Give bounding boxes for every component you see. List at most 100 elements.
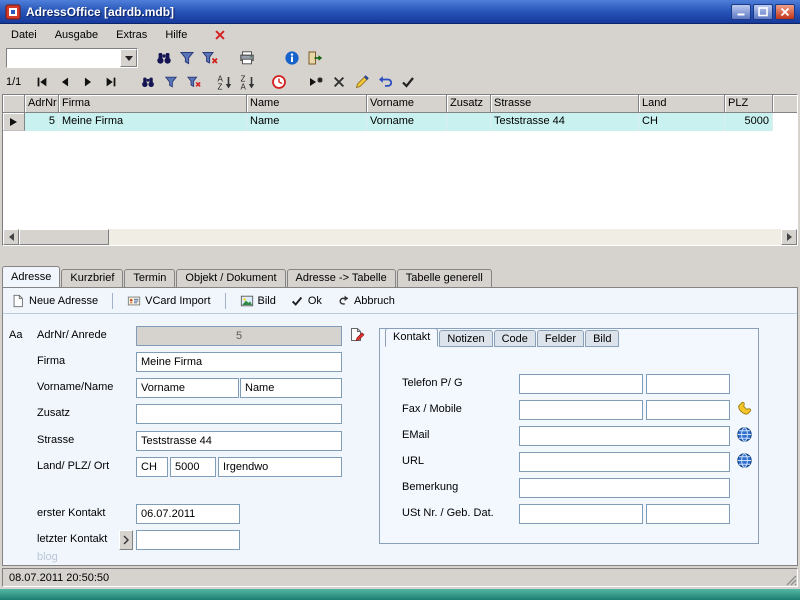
cell-strasse: Teststrasse 44 (491, 113, 639, 131)
tab-kontakt[interactable]: Kontakt (385, 328, 438, 347)
sort-ascending-button[interactable]: AZ (213, 72, 236, 93)
ok-button[interactable]: Ok (290, 294, 322, 308)
row-selector-cell[interactable] (3, 113, 25, 131)
search-combobox[interactable] (6, 48, 138, 68)
search-records-button[interactable] (136, 72, 159, 93)
filter-records-button[interactable] (159, 72, 182, 93)
ust-nr-field[interactable] (519, 504, 643, 524)
scrollbar-track[interactable] (109, 229, 781, 245)
bemerkung-field[interactable] (519, 478, 730, 498)
zusatz-field[interactable] (136, 404, 342, 424)
letzter-kontakt-field[interactable] (136, 530, 240, 550)
filter-button[interactable] (175, 48, 198, 69)
scrollbar-thumb[interactable] (19, 229, 109, 245)
tab-kurzbrief[interactable]: Kurzbrief (61, 269, 123, 287)
horizontal-scrollbar[interactable] (3, 229, 797, 245)
tab-notizen[interactable]: Notizen (439, 330, 492, 347)
tab-tabelle-generell[interactable]: Tabelle generell (397, 269, 492, 287)
menu-item-extras[interactable]: Extras (107, 25, 156, 45)
name-field[interactable]: Name (240, 378, 342, 398)
globe-icon[interactable] (736, 426, 753, 443)
table-row-selected[interactable]: 5 Meine Firma Name Vorname Teststrasse 4… (3, 113, 797, 131)
scroll-left-button[interactable] (3, 229, 19, 245)
delete-record-button[interactable] (327, 72, 350, 93)
refresh-button[interactable] (267, 72, 290, 93)
letzter-kontakt-expand-button[interactable] (119, 530, 133, 550)
info-button[interactable] (280, 48, 303, 69)
tab-felder[interactable]: Felder (537, 330, 584, 347)
last-record-button[interactable] (99, 72, 122, 93)
menu-item-datei[interactable]: Datei (2, 25, 46, 45)
tab-objekt-dokument[interactable]: Objekt / Dokument (176, 269, 285, 287)
email-field[interactable] (519, 426, 730, 446)
column-header-vorname[interactable]: Vorname (367, 95, 447, 113)
column-header-strasse[interactable]: Strasse (491, 95, 639, 113)
tab-termin[interactable]: Termin (124, 269, 175, 287)
ort-field[interactable]: Irgendwo (218, 457, 342, 477)
title-bar[interactable]: AdressOffice [adrdb.mdb] (0, 0, 800, 24)
remove-filter-records-button[interactable] (182, 72, 205, 93)
undo-button[interactable] (373, 72, 396, 93)
column-header-firma[interactable]: Firma (59, 95, 247, 113)
column-header-zusatz[interactable]: Zusatz (447, 95, 491, 113)
menu-item-ausgabe[interactable]: Ausgabe (46, 25, 107, 45)
close-button[interactable] (775, 4, 795, 20)
tab-adresse[interactable]: Adresse (2, 266, 60, 287)
ust-geb-label: USt Nr. / Geb. Dat. (402, 507, 494, 519)
firma-field[interactable]: Meine Firma (136, 352, 342, 372)
strasse-field[interactable]: Teststrasse 44 (136, 431, 342, 451)
column-header-adrnr[interactable]: AdrNr (25, 95, 59, 113)
column-header-name[interactable]: Name (247, 95, 367, 113)
fax-field[interactable] (519, 400, 643, 420)
tab-code[interactable]: Code (494, 330, 536, 347)
nav-previous-icon (58, 75, 72, 89)
edit-anrede-button[interactable] (345, 324, 368, 345)
telefon-p-field[interactable] (519, 374, 643, 394)
search-combobox-value (7, 49, 120, 67)
geb-dat-field[interactable] (646, 504, 730, 524)
bild-button[interactable]: Bild (240, 294, 276, 308)
adrnr-field: 5 (136, 326, 342, 346)
delete-filter-button[interactable] (210, 26, 230, 44)
sort-descending-button[interactable]: ZA (236, 72, 259, 93)
column-header-land[interactable]: Land (639, 95, 725, 113)
vorname-field[interactable]: Vorname (136, 378, 239, 398)
arrow-left-icon (9, 233, 14, 241)
new-address-button[interactable]: Neue Adresse (11, 294, 98, 308)
print-button[interactable] (235, 48, 258, 69)
mobile-field[interactable] (646, 400, 730, 420)
insert-record-button[interactable] (304, 72, 327, 93)
column-header-plz[interactable]: PLZ (725, 95, 773, 113)
tab-adresse-tabelle[interactable]: Adresse -> Tabelle (287, 269, 396, 287)
search-button[interactable] (152, 48, 175, 69)
remove-filter-button[interactable] (198, 48, 221, 69)
scroll-right-button[interactable] (781, 229, 797, 245)
telefon-g-field[interactable] (646, 374, 730, 394)
previous-record-button[interactable] (53, 72, 76, 93)
abbruch-button[interactable]: Abbruch (336, 294, 395, 308)
exit-button[interactable] (303, 48, 326, 69)
sort-za-icon: ZA (240, 74, 256, 90)
url-label: URL (402, 455, 424, 467)
plz-field[interactable]: 5000 (170, 457, 216, 477)
tab-bild[interactable]: Bild (585, 330, 619, 347)
maximize-button[interactable] (753, 4, 773, 20)
resize-grip[interactable] (785, 574, 797, 586)
globe-icon[interactable] (736, 452, 753, 469)
erster-kontakt-field[interactable]: 06.07.2011 (136, 504, 240, 524)
next-record-button[interactable] (76, 72, 99, 93)
minimize-button[interactable] (731, 4, 751, 20)
edit-record-button[interactable] (350, 72, 373, 93)
phone-icon[interactable] (736, 400, 753, 417)
combobox-dropdown-button[interactable] (120, 49, 137, 67)
land-field[interactable]: CH (136, 457, 168, 477)
first-record-button[interactable] (30, 72, 53, 93)
post-edit-button[interactable] (396, 72, 419, 93)
filter-remove-icon (202, 50, 218, 66)
telefon-label: Telefon P/ G (402, 377, 463, 389)
url-field[interactable] (519, 452, 730, 472)
vcard-import-button[interactable]: VCard Import (127, 294, 210, 308)
binoculars-icon (141, 75, 155, 89)
navigator-toolbar: 1/1 AZ ZA (0, 70, 800, 94)
menu-item-hilfe[interactable]: Hilfe (156, 25, 196, 45)
